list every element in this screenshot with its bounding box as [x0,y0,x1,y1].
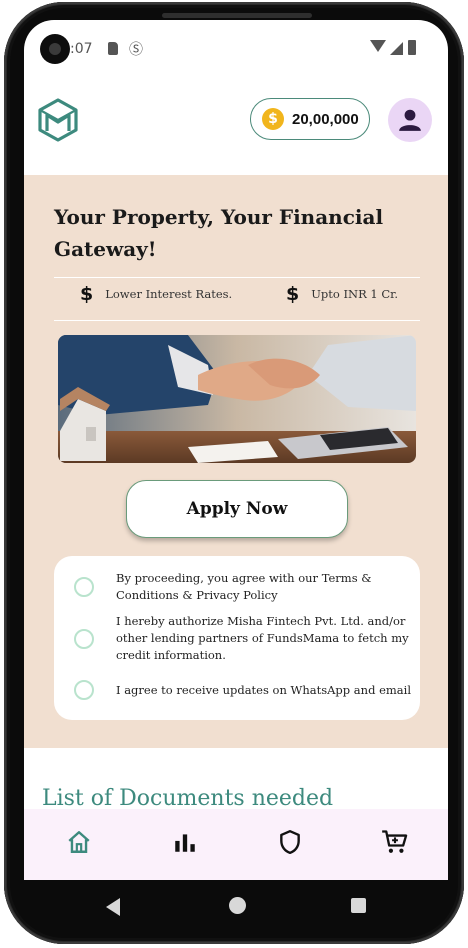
feature-amount: $ Upto INR 1 Cr. [286,283,398,305]
consent-terms-text: By proceeding, you agree with our Terms … [116,571,372,602]
consent-credit-radio[interactable] [74,629,94,649]
nav-cart[interactable] [380,827,410,857]
status-time: :07 [70,41,93,57]
s-icon: Ⓢ [129,42,143,58]
camera-icon [40,34,70,64]
app-header: $ 20,00,000 [24,80,448,175]
bottom-nav [24,809,448,880]
consent-card: By proceeding, you agree with our Terms … [54,556,420,720]
consent-whatsapp-text: I agree to receive updates on WhatsApp a… [116,683,412,697]
feature-interest: $ Lower Interest Rates. [80,283,232,305]
documents-title: List of Documents needed [42,786,334,811]
apply-now-button[interactable]: Apply Now [126,480,348,538]
divider-top [54,277,420,278]
dollar-icon: $ [286,283,300,305]
feature-label: Lower Interest Rates. [105,287,233,301]
shield-icon [280,829,300,855]
consent-whatsapp-radio[interactable] [74,680,94,700]
fundsmama-logo[interactable] [36,98,80,142]
dollar-icon: $ [80,283,94,305]
sd-card-icon [108,42,118,55]
speaker-grille [162,13,312,18]
profile-avatar[interactable] [388,98,432,142]
wifi-icon [370,40,386,52]
battery-icon [408,40,416,55]
coin-balance-pill[interactable]: $ 20,00,000 [250,98,370,140]
coin-balance: 20,00,000 [292,110,359,128]
nav-home[interactable] [64,827,94,857]
status-bar: :07 Ⓢ [24,20,448,80]
person-icon [399,109,421,131]
android-nav-bar [24,880,448,930]
home-icon [68,831,90,853]
home-circle-icon[interactable] [229,897,246,914]
handshake-photo [58,335,416,463]
nav-stats[interactable] [170,827,200,857]
cart-icon [382,830,408,853]
bar-chart-icon [175,834,195,852]
back-icon[interactable] [106,898,120,916]
loan-offer-card: Your Property, Your Financial Gateway! $… [24,175,448,748]
signal-icon [390,42,403,55]
divider-bottom [54,320,420,321]
nav-security[interactable] [275,827,305,857]
consent-terms-radio[interactable] [74,577,94,597]
recents-icon[interactable] [351,898,366,913]
dollar-coin-icon: $ [262,108,284,130]
consent-credit-text: I hereby authorize Misha Fintech Pvt. Lt… [116,614,409,662]
app-screen: :07 Ⓢ $ 20,00,000 Your Property, Your Fi… [24,20,448,880]
feature-label: Upto INR 1 Cr. [311,287,399,301]
hero-title: Your Property, Your Financial Gateway! [54,205,384,261]
